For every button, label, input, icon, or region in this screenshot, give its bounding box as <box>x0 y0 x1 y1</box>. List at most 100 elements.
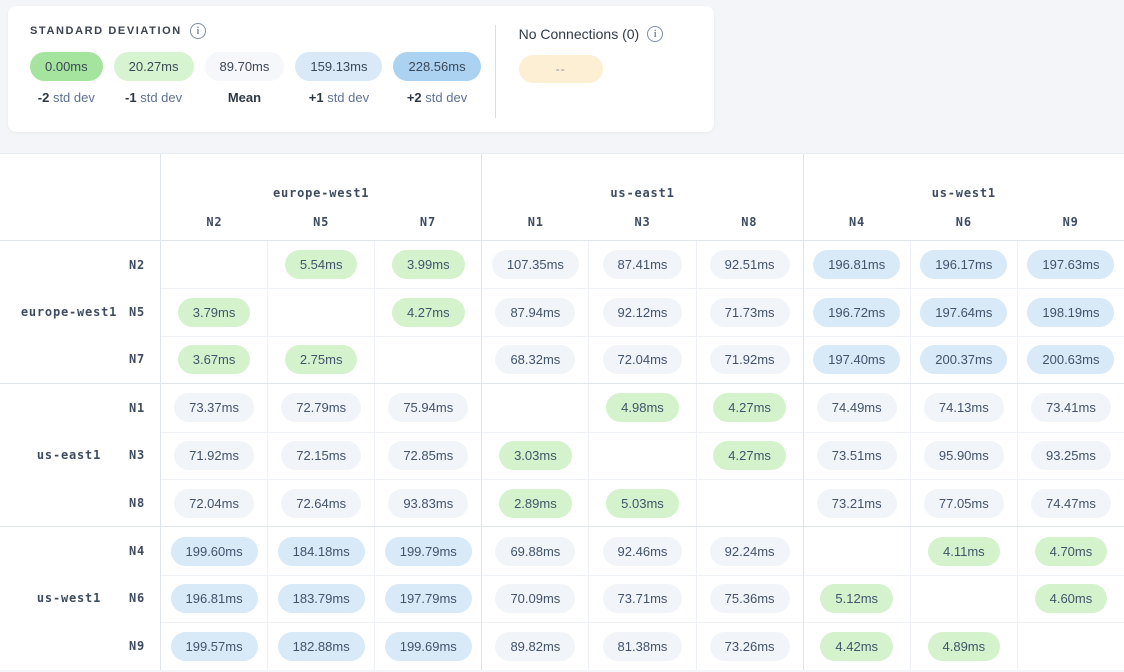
latency-pill: 95.90ms <box>924 441 1004 470</box>
latency-pill: 4.11ms <box>928 537 1000 566</box>
latency-pill: 199.79ms <box>385 537 472 566</box>
self-latency-cell <box>267 288 374 335</box>
self-latency-cell <box>1017 622 1124 669</box>
legend-label-prefix: -2 <box>38 90 50 105</box>
column-group-us-east1: us-east1N1N3N8 <box>481 154 802 240</box>
legend-label-prefix: +2 <box>407 90 422 105</box>
matrix-row: N53.79ms4.27ms87.94ms92.12ms71.73ms196.7… <box>0 288 1124 335</box>
latency-cell: 93.25ms <box>1017 432 1124 479</box>
legend-label-suffix: std dev <box>324 90 370 105</box>
matrix-row: N73.67ms2.75ms68.32ms72.04ms71.92ms197.4… <box>0 336 1124 383</box>
column-node-labels: N2N5N7 <box>161 215 481 229</box>
latency-cell: 92.51ms <box>696 241 803 288</box>
column-node-labels: N1N3N8 <box>482 215 802 229</box>
column-node-label: N4 <box>804 215 911 229</box>
legend-pill: 20.27ms <box>114 52 194 81</box>
column-group-label: us-west1 <box>804 186 1124 200</box>
self-latency-cell <box>161 241 267 288</box>
latency-pill: 4.70ms <box>1035 537 1108 566</box>
latency-pill: 74.49ms <box>817 393 897 422</box>
legend-item: 89.70msMean <box>205 52 285 105</box>
legend-pill-label: Mean <box>228 90 261 105</box>
latency-pill: 87.94ms <box>495 298 575 327</box>
latency-cell: 72.64ms <box>267 479 374 526</box>
latency-pill: 74.47ms <box>1031 489 1111 518</box>
latency-cell: 87.94ms <box>481 288 588 335</box>
latency-matrix: europe-west1N2N5N7us-east1N1N3N8us-west1… <box>0 153 1124 670</box>
legend-label-prefix: +1 <box>309 90 324 105</box>
latency-pill: 73.51ms <box>817 441 897 470</box>
latency-pill: 92.51ms <box>710 250 790 279</box>
latency-pill: 3.03ms <box>499 441 572 470</box>
latency-pill: 69.88ms <box>495 537 575 566</box>
row-node-label: N6 <box>0 575 161 622</box>
legend-pill-label: +2 std dev <box>407 90 467 105</box>
latency-pill: 200.37ms <box>920 345 1007 374</box>
matrix-row: N371.92ms72.15ms72.85ms3.03ms4.27ms73.51… <box>0 432 1124 479</box>
column-node-label: N1 <box>482 215 589 229</box>
latency-pill: 183.79ms <box>278 584 365 613</box>
latency-pill: 72.15ms <box>281 441 361 470</box>
latency-pill: 2.89ms <box>499 489 572 518</box>
legend-label-suffix: std dev <box>49 90 95 105</box>
latency-pill: 71.92ms <box>174 441 254 470</box>
latency-cell: 93.83ms <box>374 479 481 526</box>
latency-cell: 4.98ms <box>588 384 695 431</box>
latency-cell: 72.04ms <box>161 479 267 526</box>
latency-pill: 73.26ms <box>710 632 790 661</box>
row-node-label: N3 <box>0 432 161 479</box>
latency-cell: 3.99ms <box>374 241 481 288</box>
latency-cell: 107.35ms <box>481 241 588 288</box>
latency-cell: 73.51ms <box>803 432 910 479</box>
latency-pill: 184.18ms <box>278 537 365 566</box>
latency-cell: 73.41ms <box>1017 384 1124 431</box>
info-icon[interactable]: i <box>190 23 206 39</box>
matrix-row: N872.04ms72.64ms93.83ms2.89ms5.03ms73.21… <box>0 479 1124 526</box>
latency-cell: 69.88ms <box>481 527 588 574</box>
latency-cell: 5.12ms <box>803 575 910 622</box>
latency-cell: 182.88ms <box>267 622 374 669</box>
latency-cell: 70.09ms <box>481 575 588 622</box>
latency-pill: 3.79ms <box>178 298 251 327</box>
column-node-label: N2 <box>161 215 268 229</box>
latency-pill: 93.83ms <box>388 489 468 518</box>
latency-pill: 72.04ms <box>174 489 254 518</box>
column-group-europe-west1: europe-west1N2N5N7 <box>161 154 481 240</box>
matrix-row: N25.54ms3.99ms107.35ms87.41ms92.51ms196.… <box>0 241 1124 288</box>
legend-pill-label: -1 std dev <box>125 90 182 105</box>
legend-label-suffix: std dev <box>422 90 468 105</box>
latency-pill: 81.38ms <box>603 632 683 661</box>
latency-cell: 81.38ms <box>588 622 695 669</box>
latency-pill: 182.88ms <box>278 632 365 661</box>
row-node-label: N4 <box>0 527 161 574</box>
latency-cell: 199.60ms <box>161 527 267 574</box>
latency-pill: 71.73ms <box>710 298 790 327</box>
latency-cell: 74.49ms <box>803 384 910 431</box>
row-node-label: N9 <box>0 622 161 669</box>
legend-pill: 228.56ms <box>393 52 480 81</box>
row-node-label: N8 <box>0 479 161 526</box>
latency-cell: 199.79ms <box>374 527 481 574</box>
latency-cell: 200.63ms <box>1017 336 1124 383</box>
latency-pill: 198.19ms <box>1027 298 1114 327</box>
latency-pill: 199.57ms <box>171 632 258 661</box>
legend-item: 20.27ms -1 std dev <box>114 52 194 105</box>
latency-cell: 2.89ms <box>481 479 588 526</box>
latency-pill: 68.32ms <box>495 345 575 374</box>
std-deviation-section: STANDARD DEVIATION i 0.00ms-2 std dev20.… <box>30 23 481 132</box>
row-group-europe-west1: europe-west1N25.54ms3.99ms107.35ms87.41m… <box>0 241 1124 383</box>
legend-pill-label: +1 std dev <box>309 90 369 105</box>
latency-pill: 75.36ms <box>710 584 790 613</box>
matrix-row: N173.37ms72.79ms75.94ms4.98ms4.27ms74.49… <box>0 384 1124 431</box>
latency-pill: 2.75ms <box>285 345 358 374</box>
latency-pill: 197.63ms <box>1027 250 1114 279</box>
info-icon[interactable]: i <box>647 26 663 42</box>
legend-item: 228.56ms +2 std dev <box>393 52 480 105</box>
latency-pill: 4.98ms <box>606 393 679 422</box>
latency-pill: 74.13ms <box>924 393 1004 422</box>
latency-cell: 199.57ms <box>161 622 267 669</box>
legend-item: 0.00ms-2 std dev <box>30 52 103 105</box>
matrix-header: europe-west1N2N5N7us-east1N1N3N8us-west1… <box>0 154 1124 241</box>
latency-cell: 4.11ms <box>910 527 1017 574</box>
latency-cell: 77.05ms <box>910 479 1017 526</box>
